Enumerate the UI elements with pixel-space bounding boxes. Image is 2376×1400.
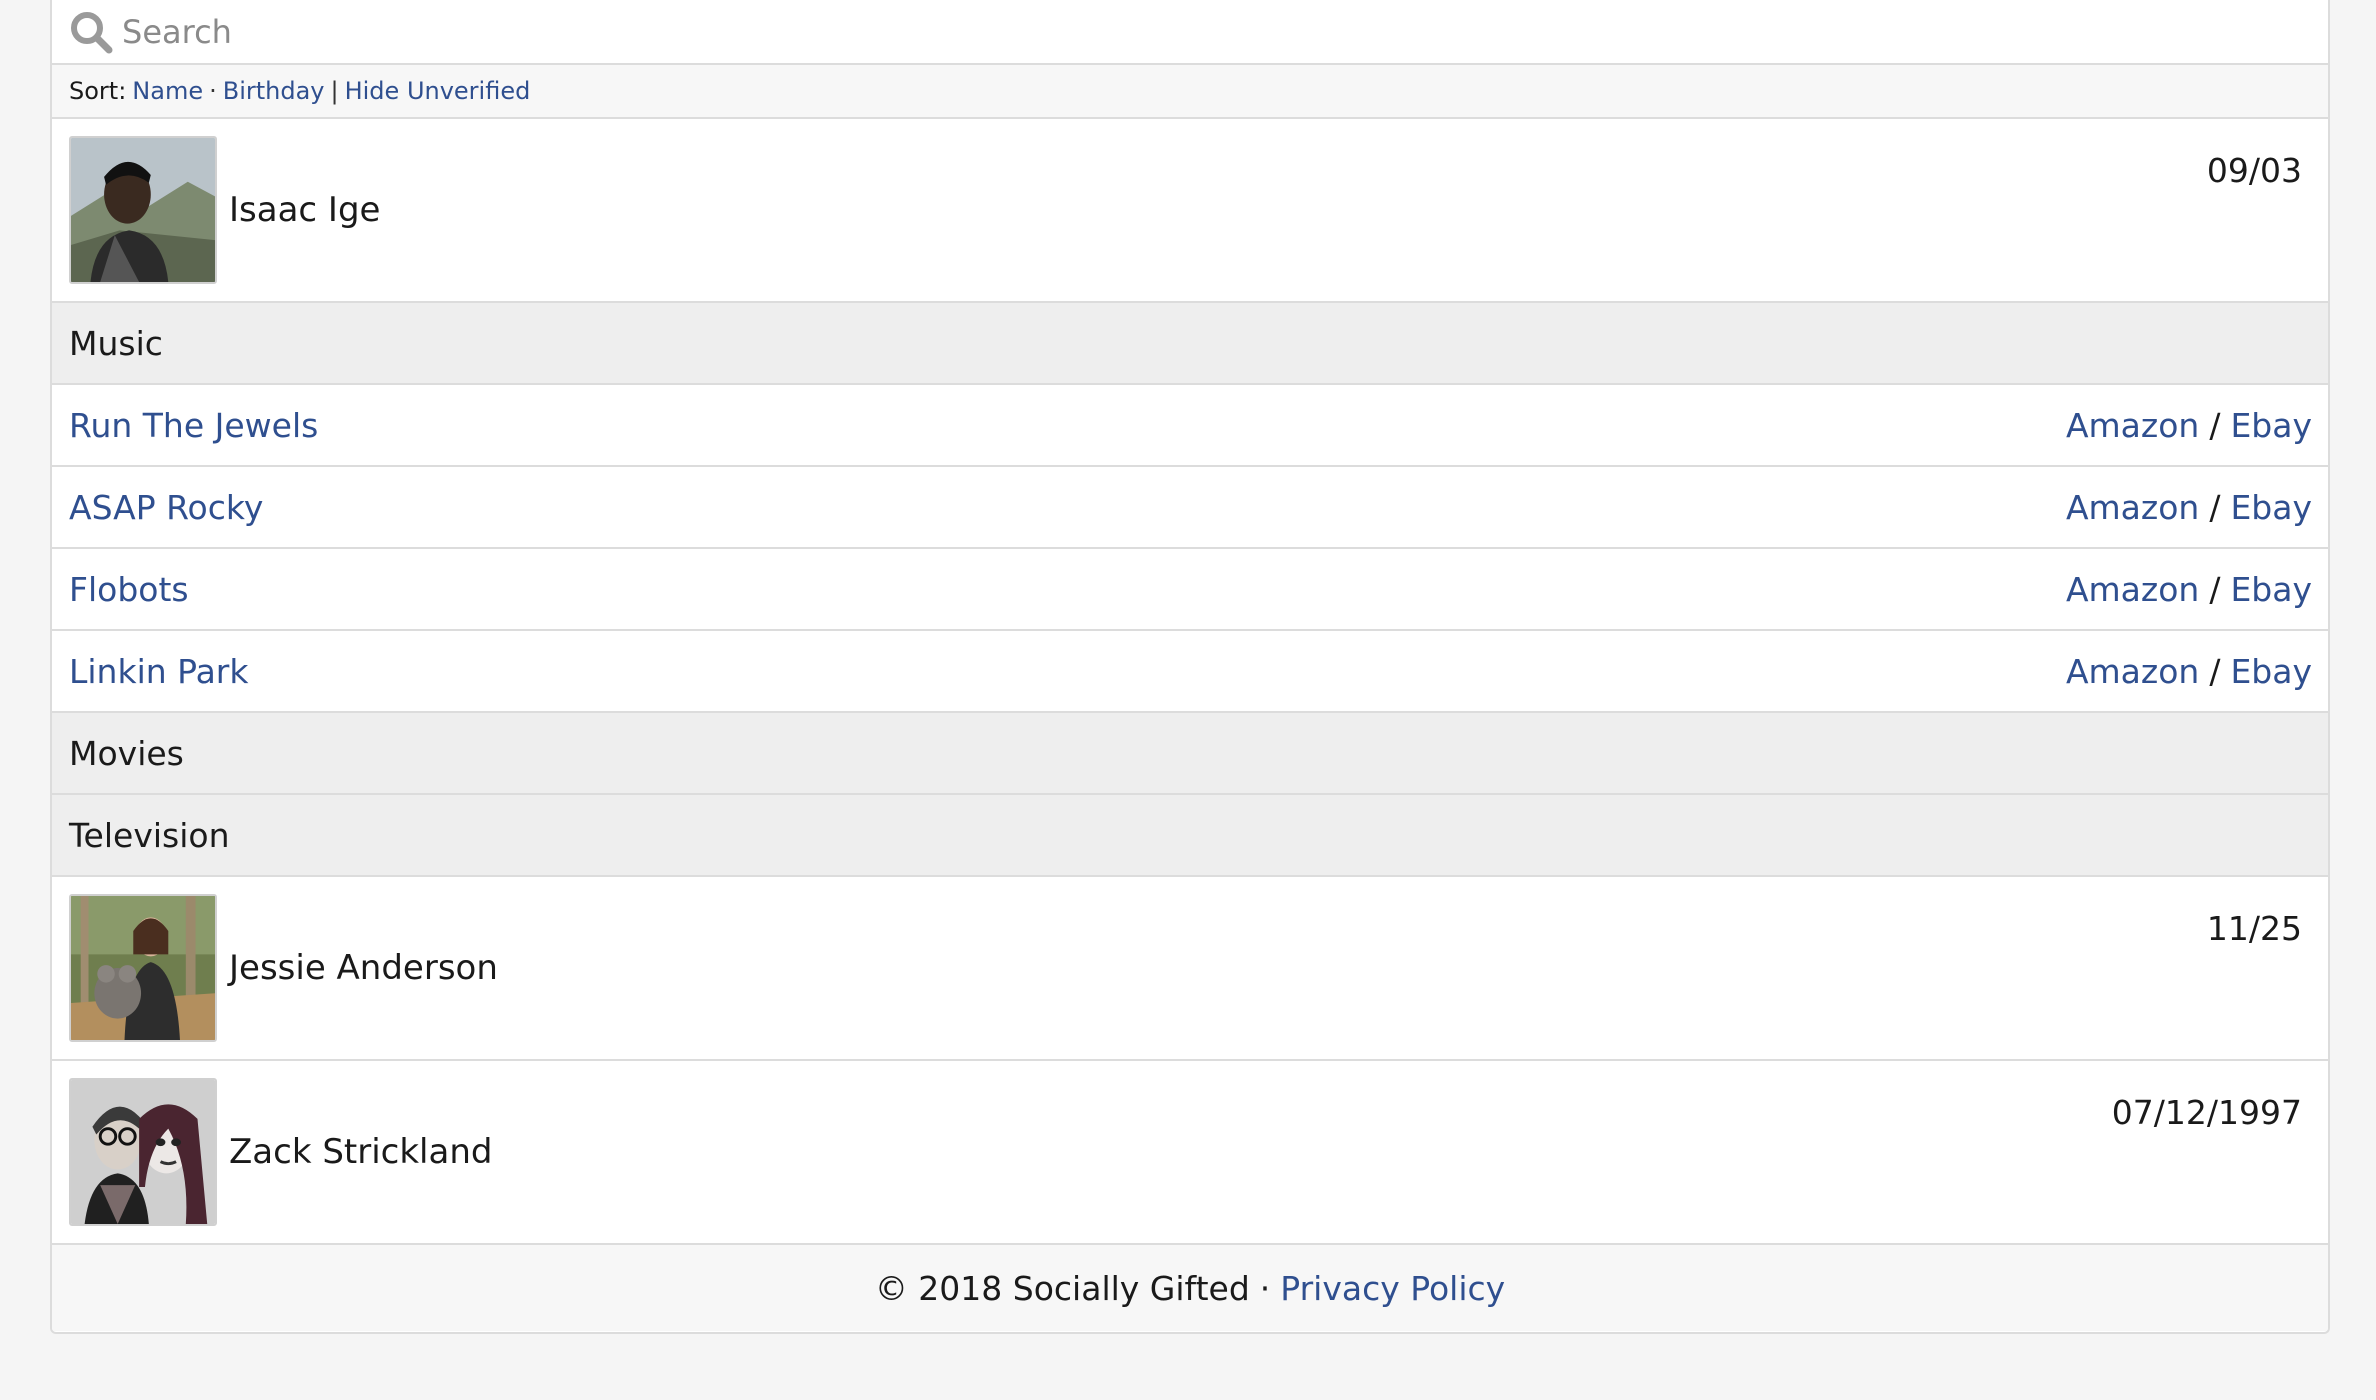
privacy-policy-link[interactable]: Privacy Policy <box>1280 1269 1505 1308</box>
category-television: Television <box>52 795 2328 877</box>
gift-item-link[interactable]: ASAP Rocky <box>69 488 263 527</box>
search-bar <box>52 0 2328 65</box>
sort-bar-separator: | <box>330 77 339 105</box>
sort-dot-separator: · <box>209 77 217 105</box>
slash-separator: / <box>2209 569 2221 609</box>
ebay-link[interactable]: Ebay <box>2230 570 2312 609</box>
sort-bar: Sort: Name · Birthday | Hide Unverified <box>52 65 2328 119</box>
ebay-link[interactable]: Ebay <box>2230 406 2312 445</box>
gift-item-link[interactable]: Run The Jewels <box>69 406 318 445</box>
birthday-date: 11/25 <box>2206 909 2302 948</box>
footer-dot-separator: · <box>1259 1268 1271 1308</box>
person-name: Jessie Anderson <box>229 948 498 988</box>
footer: © 2018 Socially Gifted · Privacy Policy <box>52 1245 2328 1331</box>
slash-separator: / <box>2209 405 2221 445</box>
amazon-link[interactable]: Amazon <box>2066 406 2199 445</box>
shop-links: Amazon / Ebay <box>2066 406 2312 445</box>
amazon-link[interactable]: Amazon <box>2066 488 2199 527</box>
category-music: Music <box>52 303 2328 385</box>
avatar <box>69 1078 217 1226</box>
sort-label: Sort: <box>69 77 127 105</box>
amazon-link[interactable]: Amazon <box>2066 570 2199 609</box>
person-name: Isaac Ige <box>229 190 381 230</box>
person-row-zack-strickland[interactable]: Zack Strickland 07/12/1997 <box>52 1061 2328 1245</box>
category-label: Movies <box>69 733 184 773</box>
gift-item-link[interactable]: Flobots <box>69 570 189 609</box>
category-movies: Movies <box>52 713 2328 795</box>
person-row-jessie-anderson[interactable]: Jessie Anderson 11/25 <box>52 877 2328 1061</box>
list-item: ASAP Rocky Amazon / Ebay <box>52 467 2328 549</box>
hide-unverified-link[interactable]: Hide Unverified <box>345 77 531 105</box>
shop-links: Amazon / Ebay <box>2066 570 2312 609</box>
ebay-link[interactable]: Ebay <box>2230 488 2312 527</box>
slash-separator: / <box>2209 651 2221 691</box>
list-item: Run The Jewels Amazon / Ebay <box>52 385 2328 467</box>
person-photo-icon <box>71 138 215 282</box>
person-name: Zack Strickland <box>229 1132 493 1172</box>
birthday-date: 09/03 <box>2206 151 2302 190</box>
person-with-koala-photo-icon <box>71 896 215 1040</box>
shop-links: Amazon / Ebay <box>2066 652 2312 691</box>
avatar <box>69 894 217 1042</box>
shop-links: Amazon / Ebay <box>2066 488 2312 527</box>
gift-item-link[interactable]: Linkin Park <box>69 652 248 691</box>
friends-list-card: Sort: Name · Birthday | Hide Unverified … <box>50 0 2330 1334</box>
avatar <box>69 136 217 284</box>
slash-separator: / <box>2209 487 2221 527</box>
copyright-text: © 2018 Socially Gifted <box>874 1268 1250 1308</box>
sort-by-name-link[interactable]: Name <box>132 77 203 105</box>
amazon-link[interactable]: Amazon <box>2066 652 2199 691</box>
list-item: Flobots Amazon / Ebay <box>52 549 2328 631</box>
search-icon <box>71 11 113 53</box>
ebay-link[interactable]: Ebay <box>2230 652 2312 691</box>
couple-photo-icon <box>71 1080 215 1224</box>
category-label: Television <box>69 815 230 855</box>
sort-by-birthday-link[interactable]: Birthday <box>223 77 325 105</box>
birthday-date: 07/12/1997 <box>2111 1093 2302 1132</box>
person-row-isaac-ige[interactable]: Isaac Ige 09/03 <box>52 119 2328 303</box>
list-item: Linkin Park Amazon / Ebay <box>52 631 2328 713</box>
search-input[interactable] <box>122 12 1922 51</box>
category-label: Music <box>69 323 163 363</box>
